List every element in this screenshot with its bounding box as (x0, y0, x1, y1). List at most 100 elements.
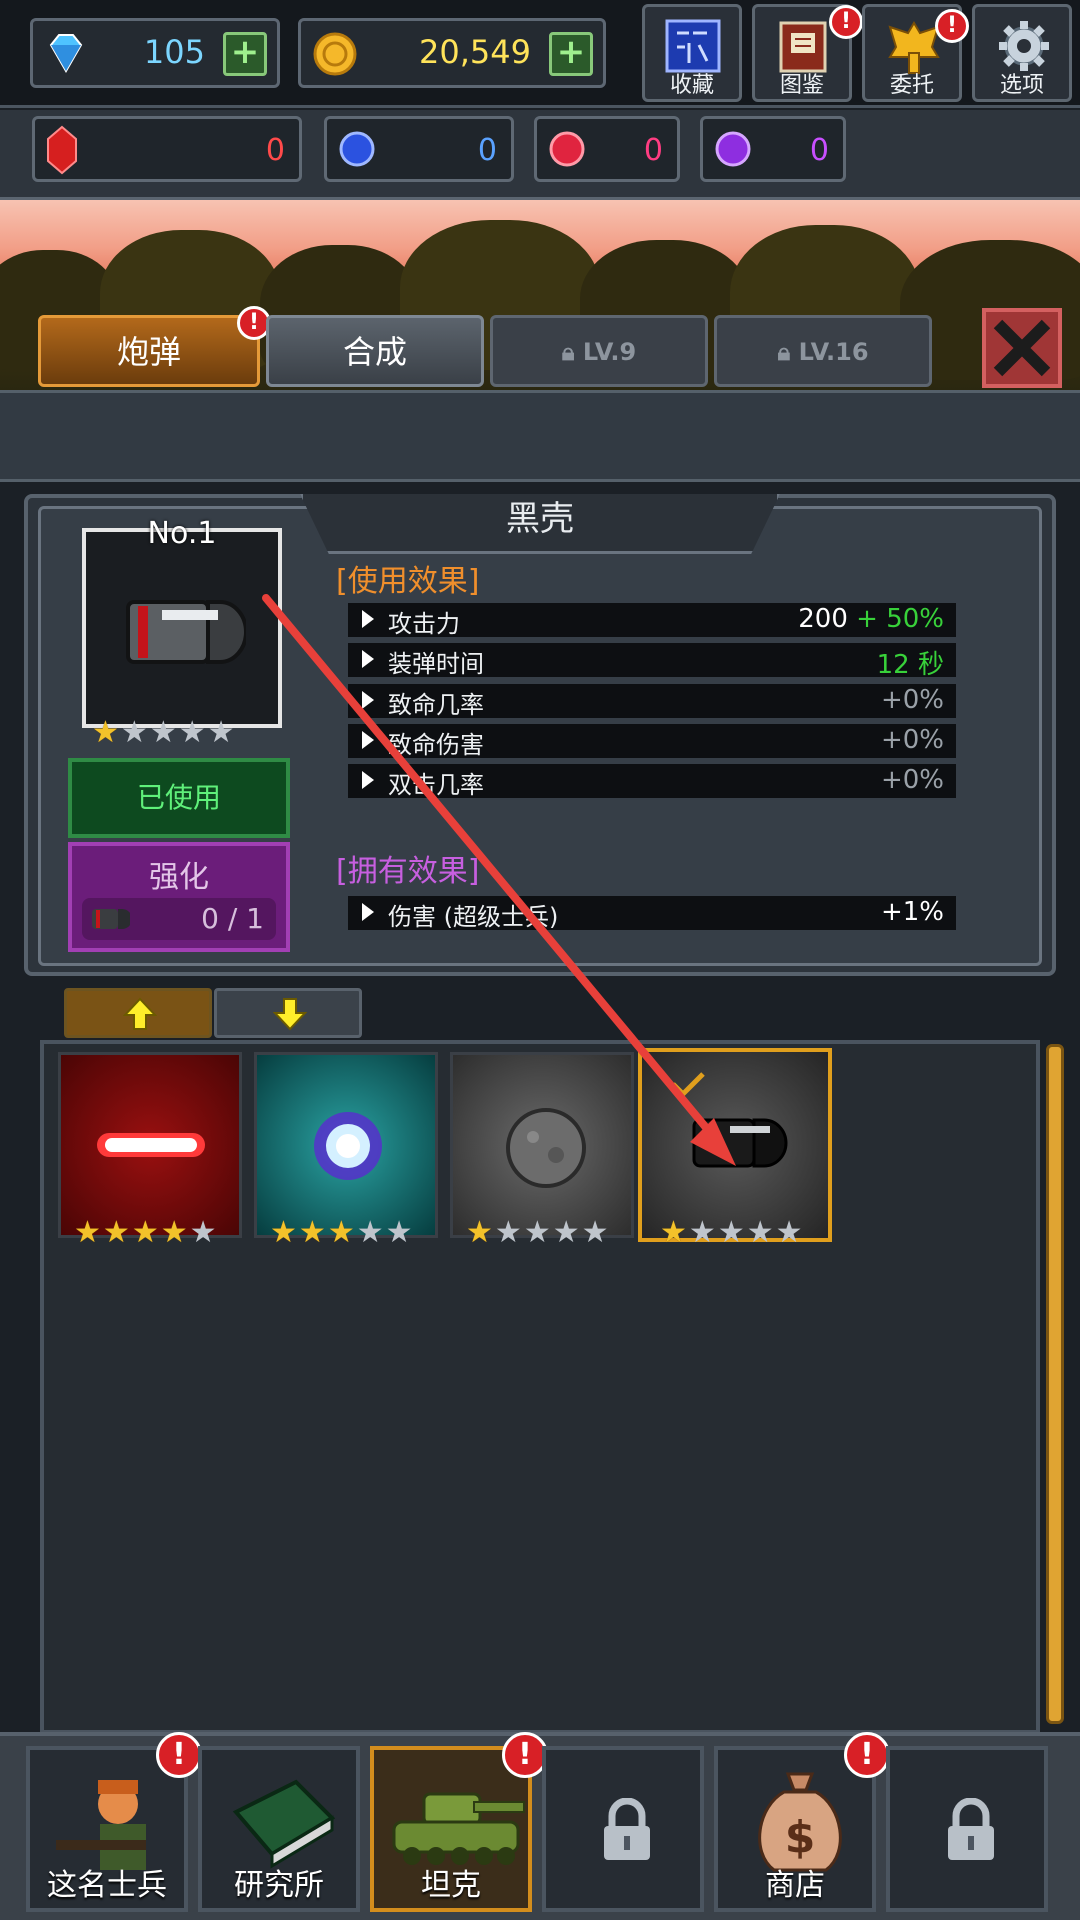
nav-locked-2[interactable] (886, 1746, 1048, 1912)
diamond-counter: 105 + (30, 18, 280, 88)
lock-icon: 🔒︎ (777, 338, 791, 366)
inventory-slot-energy-shell[interactable] (254, 1052, 438, 1238)
options-label: 选项 (999, 73, 1044, 98)
purple-gem-value: 0 (809, 133, 829, 168)
triangle-icon (362, 731, 374, 749)
add-diamond-button[interactable]: + (223, 32, 267, 76)
stat-row: 装弹时间 12 秒 (348, 643, 956, 680)
tab-lock-level: LV.9 (582, 338, 637, 366)
commission-label: 委托 (889, 73, 934, 98)
nav-shop[interactable]: $ 商店 ! (714, 1732, 890, 1912)
stat-name: 致命伤害 (388, 731, 484, 759)
triangle-icon (362, 650, 374, 668)
laser-shell-icon (97, 1133, 205, 1157)
enhance-button[interactable]: 强化 0 / 1 (68, 842, 290, 952)
collection-label: 收藏 (669, 73, 714, 98)
energy-orb-icon (314, 1112, 382, 1180)
svg-text:$: $ (785, 1812, 816, 1863)
coin-icon (313, 32, 357, 76)
red-gem-counter: 0 (32, 116, 302, 182)
enhance-count: 0 / 1 (201, 902, 264, 935)
lab-book-icon (232, 1779, 336, 1869)
collection-button[interactable]: 收藏 (642, 4, 742, 102)
alert-badge-icon: ! (935, 9, 969, 43)
lock-icon (948, 1798, 994, 1860)
nav-lab-label: 研究所 (234, 1868, 324, 1903)
arrow-down-icon (273, 998, 307, 1031)
inventory-slot-laser-shell[interactable] (58, 1052, 242, 1238)
sort-descending-button[interactable] (214, 988, 362, 1038)
star-icon: ★ (120, 715, 148, 750)
stat-name: 伤害 (超级士兵) (388, 903, 559, 931)
slot-star-rating: ★ ★ ★ ★ ★ (270, 1215, 413, 1250)
slot-star-rating: ★ ★ ★ ★ ★ (660, 1215, 803, 1250)
stat-value: +0% (880, 765, 944, 795)
options-button[interactable]: 选项 (972, 4, 1072, 102)
check-icon (671, 1072, 705, 1098)
alert-badge-icon: ! (844, 1732, 890, 1778)
stat-name: 双击几率 (388, 771, 484, 799)
stat-value: +1% (880, 897, 944, 927)
shell-small-icon (92, 909, 130, 929)
item-star-rating: ★ ★ ★ ★ ★ (92, 718, 237, 748)
red-gem-value: 0 (265, 133, 285, 168)
blue-gem-counter: 0 (324, 116, 514, 182)
stat-value: 200 + 50% (798, 604, 944, 634)
stat-row: 双击几率 +0% (348, 764, 956, 799)
commission-button[interactable]: 委托 ! (862, 4, 969, 102)
purple-gem-counter: 0 (700, 116, 846, 182)
stat-row: 攻击力 200 + 50% (348, 603, 956, 638)
encyclopedia-label: 图鉴 (779, 73, 824, 98)
star-icon: ★ (178, 715, 206, 750)
triangle-icon (362, 610, 374, 628)
tab-combine[interactable]: 合成 (266, 315, 484, 387)
inventory-slot-black-shell[interactable] (638, 1048, 832, 1242)
arrow-up-icon (123, 997, 157, 1030)
lock-icon (604, 1798, 650, 1860)
pink-gem-icon (549, 131, 585, 167)
tab-combine-label: 合成 (342, 333, 407, 371)
item-preview (82, 528, 282, 728)
red-gem-icon (47, 125, 77, 175)
triangle-icon (362, 771, 374, 789)
nav-tank[interactable]: 坦克 ! (370, 1732, 548, 1912)
purple-gem-icon (715, 131, 751, 167)
inventory-scrollbar[interactable] (1046, 1044, 1064, 1724)
pink-gem-value: 0 (643, 133, 663, 168)
lock-icon: 🔒︎ (561, 338, 575, 366)
tab-locked-lv16[interactable]: 🔒︎ LV.16 (714, 315, 932, 387)
triangle-icon (362, 903, 374, 921)
nav-locked-1[interactable] (542, 1746, 704, 1912)
pink-gem-counter: 0 (534, 116, 680, 182)
coin-value: 20,549 (419, 33, 531, 71)
tab-lock-level: LV.16 (798, 338, 869, 366)
header-band (0, 390, 1080, 482)
stat-value: 12 秒 (876, 650, 944, 680)
stat-row: 致命伤害 +0% (348, 724, 956, 759)
alert-badge-icon: ! (156, 1732, 202, 1778)
tab-shells[interactable]: 炮弹 ! (38, 306, 271, 387)
black-shell-icon (126, 600, 246, 664)
diamond-value: 105 (143, 33, 205, 71)
diamond-icon (49, 34, 83, 74)
inventory-slot-stone-shell[interactable] (450, 1052, 634, 1238)
close-icon (993, 319, 1051, 377)
stat-row: 伤害 (超级士兵) +1% (348, 896, 956, 931)
encyclopedia-button[interactable]: 图鉴 ! (752, 4, 863, 102)
add-coin-button[interactable]: + (549, 32, 593, 76)
nav-soldier[interactable]: 这名士兵 ! (26, 1732, 202, 1912)
stat-name: 装弹时间 (388, 650, 484, 678)
tab-locked-lv9[interactable]: 🔒︎ LV.9 (490, 315, 708, 387)
coin-counter: 20,549 + (298, 18, 606, 88)
item-number: No.1 (147, 516, 217, 551)
stat-value: +0% (880, 685, 944, 715)
own-effect-title: [拥有效果] (336, 854, 480, 889)
nav-lab[interactable]: 研究所 (198, 1746, 360, 1912)
star-icon: ★ (207, 715, 235, 750)
in-use-button[interactable]: 已使用 (68, 758, 290, 838)
sort-ascending-button[interactable] (64, 988, 212, 1038)
stat-name: 致命几率 (388, 691, 484, 719)
blue-gem-icon (339, 131, 375, 167)
close-button[interactable] (982, 308, 1062, 388)
black-shell-icon (692, 1118, 788, 1168)
